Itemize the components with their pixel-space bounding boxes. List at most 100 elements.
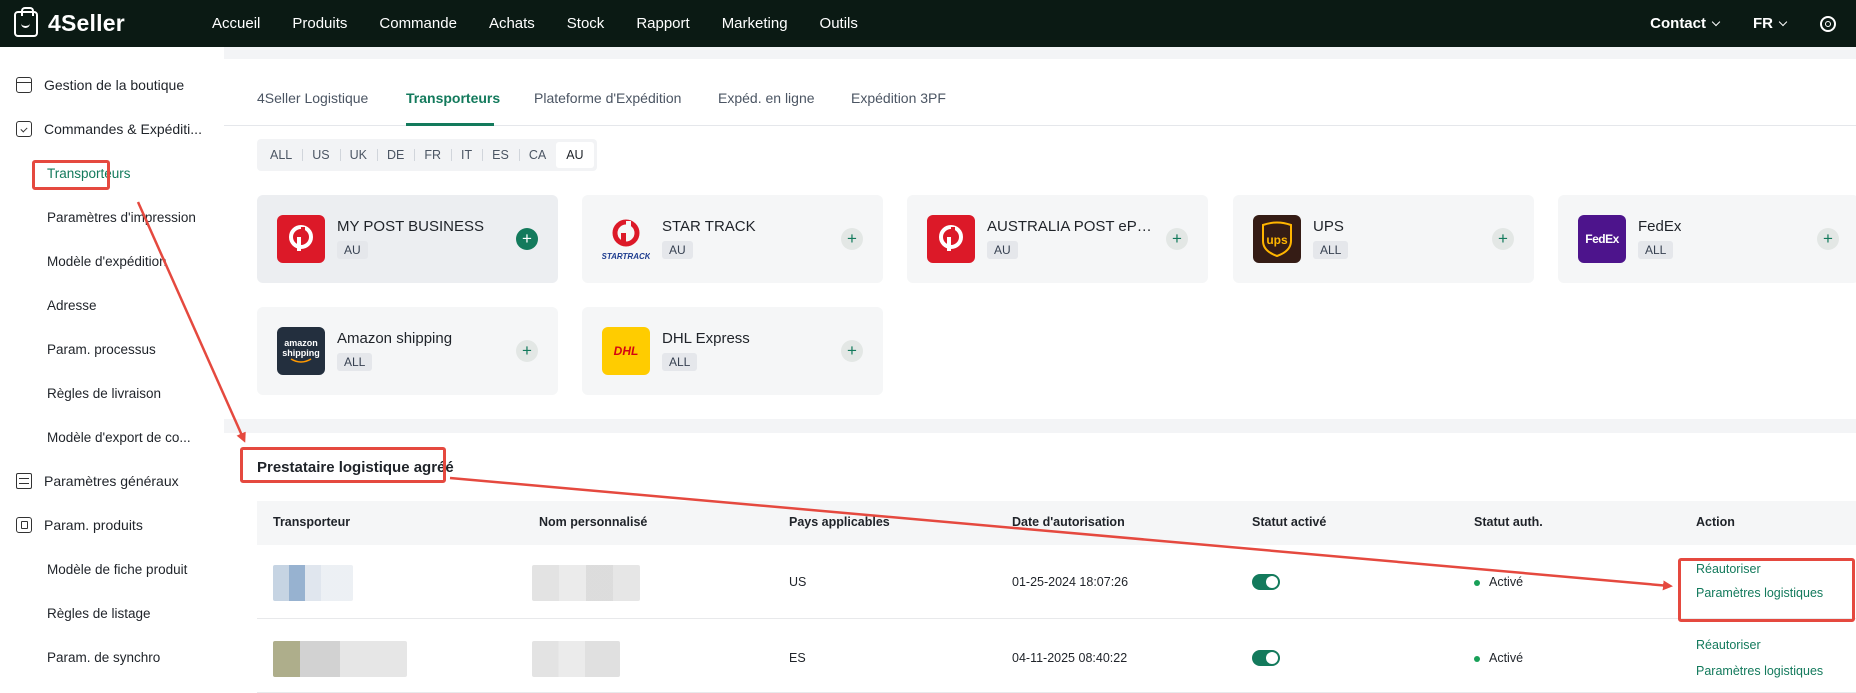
carrier-card-australia-post-eparcel[interactable]: AUSTRALIA POST ePa... AU +	[907, 195, 1208, 283]
country-filter-de[interactable]: DE	[377, 142, 414, 168]
country-filter-fr[interactable]: FR	[414, 142, 451, 168]
status-dot-icon	[1474, 655, 1480, 662]
active-tab-indicator	[406, 123, 494, 126]
annotation-box-carriers	[32, 160, 110, 190]
add-carrier-button[interactable]: +	[516, 340, 538, 362]
column-header-countries: Pays applicables	[789, 515, 890, 529]
sidebar-item-label: Param. produits	[44, 517, 143, 533]
country-filter-it[interactable]: IT	[451, 142, 482, 168]
add-carrier-button[interactable]: +	[516, 228, 538, 250]
country-cell: ES	[789, 651, 806, 665]
carrier-name: STAR TRACK	[662, 218, 756, 235]
auth-status-cell: Activé	[1474, 651, 1523, 665]
carrier-name: MY POST BUSINESS	[337, 218, 484, 235]
carrier-card-dhl-express[interactable]: DHL DHL Express ALL +	[582, 307, 883, 395]
country-filter-es[interactable]: ES	[482, 142, 519, 168]
country-filter-uk[interactable]: UK	[339, 142, 377, 168]
top-navigation-bar: 4Seller Accueil Produits Commande Achats…	[0, 0, 1856, 47]
enabled-toggle[interactable]	[1252, 574, 1280, 590]
country-filter-ca[interactable]: CA	[518, 142, 556, 168]
clipboard-check-icon	[16, 121, 32, 137]
brand-name: 4Seller	[48, 10, 125, 36]
carrier-card-star-track[interactable]: STARTRACK STAR TRACK AU +	[582, 195, 883, 283]
language-label: FR	[1753, 15, 1773, 32]
sidebar-item-listing-template[interactable]: Modèle de fiche produit	[0, 554, 224, 584]
clipboard-logo-icon	[14, 6, 38, 37]
tab-shipping-platform[interactable]: Plateforme d'Expédition	[534, 90, 681, 106]
sidebar-item-shop-management[interactable]: Gestion de la boutique	[0, 70, 224, 100]
column-header-auth-date: Date d'autorisation	[1012, 515, 1125, 529]
nav-home[interactable]: Accueil	[212, 15, 260, 32]
nav-tools[interactable]: Outils	[820, 15, 858, 32]
language-dropdown[interactable]: FR	[1753, 15, 1788, 32]
nav-products[interactable]: Produits	[292, 15, 347, 32]
carrier-region-tag: AU	[662, 241, 693, 259]
contact-dropdown[interactable]: Contact	[1650, 15, 1721, 32]
brand-logo[interactable]: 4Seller	[14, 6, 198, 37]
reauthorize-link[interactable]: Réautoriser	[1696, 638, 1761, 652]
tab-online-shipping[interactable]: Expéd. en ligne	[718, 90, 815, 106]
country-filter-au[interactable]: AU	[556, 142, 594, 168]
sidebar-item-address[interactable]: Adresse	[0, 290, 224, 320]
sidebar: Gestion de la boutique Commandes & Expéd…	[0, 47, 224, 693]
ups-logo-icon: ups	[1253, 215, 1301, 263]
sidebar-item-delivery-rules[interactable]: Règles de livraison	[0, 378, 224, 408]
ups-logo-text: ups	[1266, 233, 1288, 247]
enabled-toggle[interactable]	[1252, 650, 1280, 666]
annotation-box-actions	[1678, 558, 1855, 622]
startrack-logo-text: STARTRACK	[602, 252, 650, 261]
sidebar-item-process-settings[interactable]: Param. processus	[0, 334, 224, 364]
country-cell: US	[789, 575, 807, 589]
carrier-region-tag: ALL	[662, 353, 698, 371]
tab-carriers[interactable]: Transporteurs	[406, 90, 500, 106]
country-filter: ALL US UK DE FR IT ES CA AU	[257, 139, 597, 171]
add-carrier-button[interactable]: +	[1492, 228, 1514, 250]
add-carrier-button[interactable]: +	[841, 228, 863, 250]
australia-post-logo-icon	[277, 215, 325, 263]
tab-4seller-logistics[interactable]: 4Seller Logistique	[257, 90, 368, 106]
amazon-shipping-logo-icon: amazon shipping	[277, 327, 325, 375]
sidebar-item-orders-shipping[interactable]: Commandes & Expéditi...	[0, 114, 224, 144]
sidebar-item-shipping-template[interactable]: Modèle d'expédition	[0, 246, 224, 276]
custom-name-redacted	[532, 641, 620, 677]
add-carrier-button[interactable]: +	[1166, 228, 1188, 250]
sidebar-item-label: Modèle d'export de co...	[47, 429, 191, 445]
add-carrier-button[interactable]: +	[1817, 228, 1839, 250]
sidebar-item-export-template[interactable]: Modèle d'export de co...	[0, 422, 224, 452]
tab-3pf-shipping[interactable]: Expédition 3PF	[851, 90, 946, 106]
table-row: ES 04-11-2025 08:40:22 Activé Réautorise…	[257, 619, 1856, 693]
sidebar-item-sync-settings[interactable]: Param. de synchro	[0, 642, 224, 672]
chevron-down-icon	[1711, 17, 1721, 26]
carrier-card-my-post-business[interactable]: MY POST BUSINESS AU +	[257, 195, 558, 283]
logistics-settings-link[interactable]: Paramètres logistiques	[1696, 664, 1823, 678]
sidebar-item-listing-rules[interactable]: Règles de listage	[0, 598, 224, 628]
nav-marketing[interactable]: Marketing	[722, 15, 788, 32]
nav-orders[interactable]: Commande	[379, 15, 457, 32]
gear-icon[interactable]	[1820, 15, 1836, 32]
sidebar-item-label: Gestion de la boutique	[44, 77, 185, 93]
australia-post-logo-icon	[927, 215, 975, 263]
carrier-card-fedex[interactable]: FedEx FedEx ALL +	[1558, 195, 1856, 283]
sidebar-item-print-settings[interactable]: Paramètres d'impression	[0, 202, 224, 232]
auth-date-cell: 01-25-2024 18:07:26	[1012, 575, 1129, 589]
annotation-box-section-title	[240, 447, 446, 483]
nav-stock[interactable]: Stock	[567, 15, 605, 32]
sidebar-item-product-settings[interactable]: Param. produits	[0, 510, 224, 540]
carrier-region-tag: ALL	[1313, 241, 1349, 259]
column-header-enabled-status: Statut activé	[1252, 515, 1327, 529]
carrier-logo-redacted	[273, 565, 353, 601]
store-icon	[16, 77, 32, 93]
status-label: Activé	[1489, 575, 1524, 589]
sidebar-item-general-settings[interactable]: Paramètres généraux	[0, 466, 224, 496]
amazon-logo-text: amazon shipping	[282, 338, 320, 358]
status-label: Activé	[1489, 651, 1524, 665]
country-filter-all[interactable]: ALL	[260, 142, 302, 168]
nav-purchases[interactable]: Achats	[489, 15, 535, 32]
sidebar-item-label: Paramètres généraux	[44, 473, 179, 489]
contact-label: Contact	[1650, 15, 1706, 32]
carrier-card-ups[interactable]: ups UPS ALL +	[1233, 195, 1534, 283]
nav-report[interactable]: Rapport	[636, 15, 689, 32]
carrier-card-amazon-shipping[interactable]: amazon shipping Amazon shipping ALL +	[257, 307, 558, 395]
country-filter-us[interactable]: US	[302, 142, 339, 168]
add-carrier-button[interactable]: +	[841, 340, 863, 362]
